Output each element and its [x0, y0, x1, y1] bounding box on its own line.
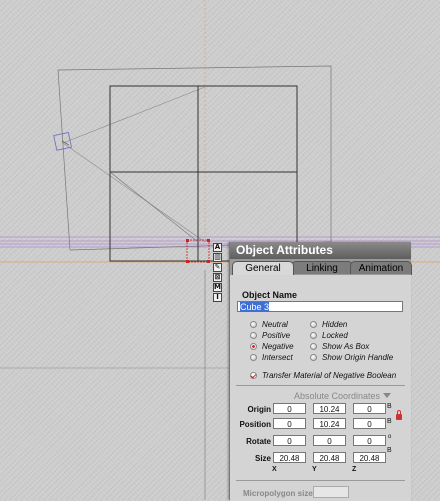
rotate-y-field[interactable]: 0 — [313, 435, 346, 446]
origin-label: Origin — [247, 405, 271, 414]
position-row: Position 0 10.24 0 B — [230, 410, 411, 431]
position-z-field[interactable]: 0 — [353, 418, 386, 429]
origin-row: Origin 0 10.24 0 B — [230, 403, 411, 416]
text-tool-icon[interactable]: A — [213, 243, 222, 252]
axis-z-label: Z — [352, 466, 357, 473]
origin-x-field[interactable]: 0 — [273, 403, 306, 414]
checkmark-icon — [250, 372, 257, 379]
radio-icon — [310, 354, 317, 361]
lock-icon[interactable] — [396, 410, 402, 420]
size-x-field[interactable]: 20.48 — [273, 452, 306, 463]
hidden-checkbox[interactable]: Hidden — [310, 320, 347, 329]
negative-radio[interactable]: Negative — [250, 342, 294, 351]
camera-frustum — [57, 65, 332, 251]
axis-x-label: X — [272, 466, 277, 473]
size-label: Size — [254, 454, 271, 463]
size-b-button[interactable]: B — [387, 447, 392, 454]
size-row: Size 20.48 20.48 20.48 B — [230, 447, 411, 465]
origin-y-field[interactable]: 10.24 — [313, 403, 346, 414]
tab-animation[interactable]: Animation — [350, 261, 412, 275]
position-y-field[interactable]: 10.24 — [313, 418, 346, 429]
rotate-row: Rotate 0 0 0 o — [230, 434, 411, 448]
coordinates-mode-dropdown[interactable]: Absolute Coordinates — [294, 391, 391, 402]
position-b-button[interactable]: B — [387, 418, 392, 425]
degree-mark: o — [388, 434, 392, 440]
divider — [236, 385, 405, 386]
axis-y-label: Y — [312, 466, 317, 473]
position-x-field[interactable]: 0 — [273, 418, 306, 429]
radio-icon — [250, 354, 257, 361]
radio-icon — [250, 332, 257, 339]
tab-linking[interactable]: Linking — [291, 261, 353, 275]
info-tool-icon[interactable]: I — [213, 293, 222, 302]
radio-icon — [310, 332, 317, 339]
locked-checkbox[interactable]: Locked — [310, 331, 348, 340]
camera-ray — [62, 86, 206, 144]
object-name-field[interactable]: Cube 3 — [237, 301, 403, 312]
tool-strip: A ▥ ✎ ⊠ M I — [213, 243, 222, 303]
origin-b-button[interactable]: B — [387, 403, 392, 410]
rotate-x-field[interactable]: 0 — [273, 435, 306, 446]
tab-bar: General Linking Animation — [230, 259, 412, 275]
cube-object — [109, 85, 298, 262]
transfer-material-checkbox[interactable]: Transfer Material of Negative Boolean — [250, 371, 396, 380]
rotate-label: Rotate — [246, 437, 271, 446]
material-tool-icon[interactable]: M — [213, 283, 222, 292]
object-name-label: Object Name — [242, 290, 298, 300]
radio-selected-icon — [250, 343, 257, 350]
size-z-field[interactable]: 20.48 — [353, 452, 386, 463]
radio-icon — [310, 321, 317, 328]
neutral-radio[interactable]: Neutral — [250, 320, 288, 329]
rotate-z-field[interactable]: 0 — [353, 435, 386, 446]
tab-general[interactable]: General — [232, 261, 294, 275]
general-tab-content: Object Name Cube 3 Neutral Hidden Positi… — [230, 274, 411, 501]
panel-title[interactable]: Object Attributes — [230, 242, 411, 259]
radio-icon — [250, 321, 257, 328]
show-as-box-checkbox[interactable]: Show As Box — [310, 342, 369, 351]
micropolygon-size-field[interactable] — [313, 486, 349, 498]
micropolygon-size-label: Micropolygon size — [243, 489, 313, 498]
position-label: Position — [239, 420, 271, 429]
boolean-tool-icon[interactable]: ⊠ — [213, 273, 222, 282]
positive-radio[interactable]: Positive — [250, 331, 290, 340]
show-origin-handle-checkbox[interactable]: Show Origin Handle — [310, 353, 393, 362]
origin-z-field[interactable]: 0 — [353, 403, 386, 414]
divider — [236, 480, 405, 481]
object-attributes-panel: Object Attributes General Linking Animat… — [229, 242, 412, 501]
radio-icon — [310, 343, 317, 350]
size-y-field[interactable]: 20.48 — [313, 452, 346, 463]
camera-ray — [62, 142, 206, 243]
texture-tool-icon[interactable]: ▥ — [213, 253, 222, 262]
intersect-radio[interactable]: Intersect — [250, 353, 293, 362]
edit-tool-icon[interactable]: ✎ — [213, 263, 222, 272]
